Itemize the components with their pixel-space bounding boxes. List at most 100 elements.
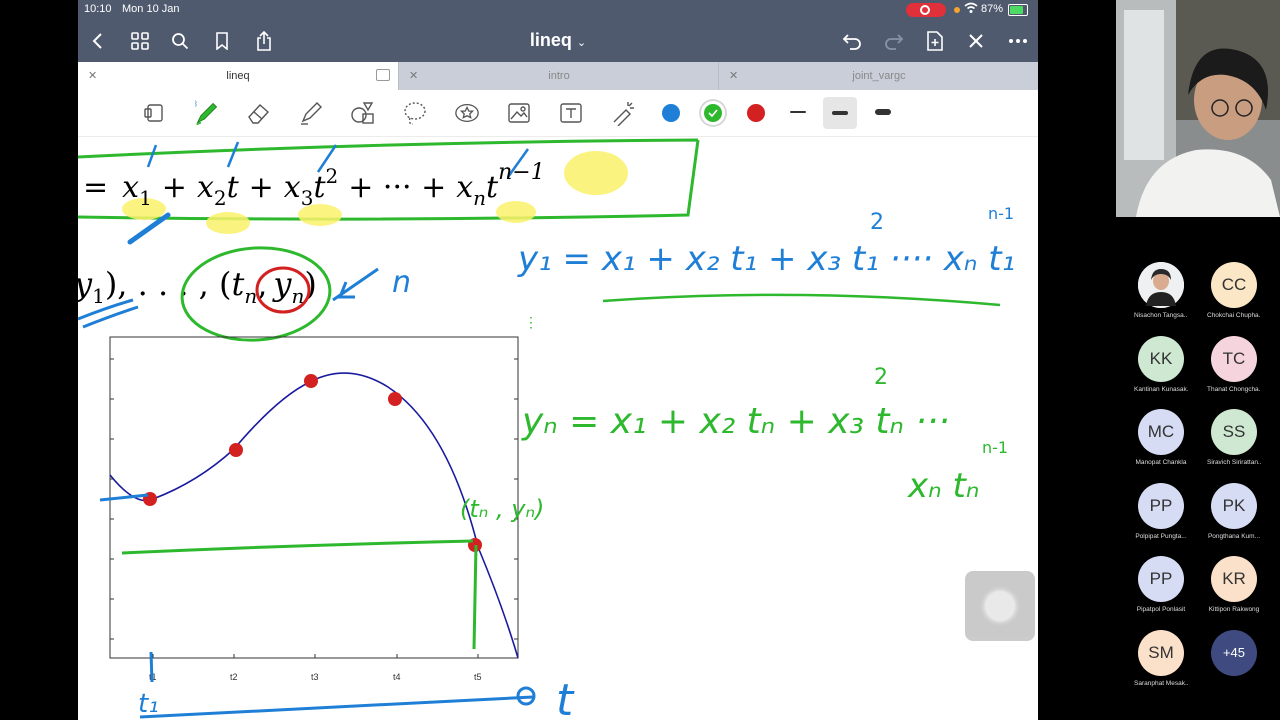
participant-tile[interactable]: KK Kantinan Kunasak... — [1134, 335, 1188, 393]
sticker-icon[interactable] — [454, 100, 480, 126]
equation-points: y1), . . . , (tn,yn) — [78, 265, 317, 308]
stroke-thin-button[interactable] — [783, 102, 813, 122]
image-icon[interactable] — [506, 100, 532, 126]
wifi-icon — [964, 2, 978, 17]
eraser-icon[interactable] — [246, 100, 272, 126]
participant-avatar: KK — [1138, 335, 1184, 382]
participant-name: Chokchai Chupha... — [1207, 312, 1261, 319]
document-icon[interactable] — [142, 100, 168, 126]
blue-arrow-stroke — [332, 267, 379, 302]
participant-name: Saranphat Mesak... — [1134, 679, 1188, 687]
handwritten-yn-equation: yₙ = x₁ + x₂ tₙ + x₃ tₙ ··· — [521, 401, 950, 442]
tab-window-icon[interactable] — [376, 69, 390, 81]
y-axis-ticks — [110, 358, 518, 640]
highlighter-icon[interactable] — [298, 100, 324, 126]
participant-name: Pipatpol Ponlasit — [1136, 606, 1186, 613]
navigation-bar: lineq ⌄ — [78, 20, 1038, 62]
color-blue-swatch[interactable] — [662, 104, 680, 122]
add-page-icon[interactable] — [923, 29, 947, 53]
participant-avatar: +45 — [1211, 629, 1257, 676]
participant-avatar: CC — [1211, 262, 1257, 308]
blue-vertical-stroke — [149, 651, 154, 683]
participant-tile[interactable]: TC Thanat Chongcha... — [1207, 335, 1261, 393]
blue-underline-strokes — [78, 298, 139, 329]
chevron-down-icon: ⌄ — [576, 37, 587, 49]
floating-assistive-button[interactable] — [965, 571, 1035, 641]
x-tick-label: t5 — [474, 672, 482, 682]
pen-icon[interactable]: ᛒ — [194, 100, 220, 126]
note-canvas[interactable]: =x1+x2t+x3t2+ ··· +xntn−1 y1), . . . , (… — [78, 137, 1038, 720]
search-icon[interactable] — [168, 29, 192, 53]
handwritten-y1-supn: n-1 — [988, 204, 1014, 223]
participant-avatar: PP — [1138, 482, 1184, 529]
participant-avatar: KR — [1211, 556, 1257, 602]
handwritten-yn-sup2: 2 — [874, 365, 888, 390]
handwritten-point-label: (tₙ , yₙ) — [460, 495, 544, 523]
green-vertical-stroke — [472, 544, 478, 650]
more-icon[interactable] — [1006, 29, 1030, 53]
data-point — [229, 443, 243, 457]
participant-tile[interactable]: PP Pipatpol Ponlasit — [1134, 556, 1188, 613]
drawing-toolbar: ᛒ — [78, 90, 1038, 137]
participant-name: Thanat Chongcha... — [1207, 385, 1261, 393]
page-drawing: =x1+x2t+x3t2+ ··· +xntn−1 y1), . . . , (… — [78, 138, 1015, 720]
participant-avatar: TC — [1211, 335, 1257, 382]
back-icon[interactable] — [86, 29, 110, 53]
status-time: 10:10 — [84, 3, 112, 15]
battery-icon — [1008, 4, 1028, 16]
participant-tile[interactable]: CC Chokchai Chupha... — [1207, 262, 1261, 319]
participant-tile[interactable]: PP Polpipat Pungta... — [1134, 482, 1188, 540]
data-point — [304, 374, 318, 388]
screen-record-indicator — [906, 3, 946, 17]
laser-pointer-icon[interactable] — [610, 100, 636, 126]
x-tick-label: t3 — [311, 672, 319, 682]
participant-avatar: MC — [1138, 409, 1184, 455]
battery-percentage: 87% — [981, 3, 1004, 15]
webcam-video — [1116, 0, 1280, 217]
text-icon[interactable] — [558, 100, 584, 126]
data-point — [388, 392, 402, 406]
redo-icon[interactable] — [882, 29, 906, 53]
stroke-thick-button[interactable] — [868, 102, 898, 122]
lasso-icon[interactable] — [402, 100, 428, 126]
participant-avatar: PP — [1138, 556, 1184, 602]
participant-tile[interactable]: +45 — [1207, 629, 1261, 680]
stroke-medium-button[interactable] — [823, 97, 857, 129]
color-green-swatch[interactable] — [704, 104, 722, 122]
participant-name: Siravich Sirirattan... — [1207, 459, 1261, 466]
participant-avatar: PK — [1211, 482, 1257, 529]
share-icon[interactable] — [252, 29, 276, 53]
handwritten-y1-equation: y₁ = x₁ + x₂ t₁ + x₃ t₁ ···· xₙ t₁ — [517, 239, 1015, 279]
x-tick-label: t2 — [230, 672, 238, 682]
status-date: Mon 10 Jan — [122, 3, 180, 15]
grid-view-icon[interactable] — [128, 29, 152, 53]
close-icon[interactable] — [964, 29, 988, 53]
green-horizontal-stroke — [121, 539, 474, 555]
participant-tile[interactable]: Nisachon Tangsa... — [1134, 262, 1188, 319]
status-bar: 10:10 Mon 10 Jan 87% — [78, 0, 1038, 20]
undo-icon[interactable] — [840, 29, 864, 53]
blue-axis-stroke — [139, 695, 534, 719]
participant-photo-avatar — [1138, 262, 1184, 308]
participant-tile[interactable]: PK Pongthana Kum... — [1207, 482, 1261, 540]
participant-avatar: SS — [1211, 409, 1257, 455]
shapes-icon[interactable] — [350, 100, 376, 126]
participant-name: Polpipat Pungta... — [1135, 532, 1187, 540]
handwritten-t: t — [556, 675, 575, 720]
participant-tile[interactable]: KR Kittipon Rakwong — [1207, 556, 1261, 613]
tab-joint-vargc[interactable]: ✕ joint_vargc — [718, 62, 1038, 90]
handwritten-t1: t₁ — [138, 689, 159, 719]
participant-name: Manopat Chankla — [1135, 459, 1187, 466]
participant-tile[interactable]: SM Saranphat Mesak... — [1134, 629, 1188, 687]
tab-intro[interactable]: ✕ intro — [398, 62, 719, 90]
participant-name: Nisachon Tangsa... — [1134, 312, 1188, 319]
bookmark-icon[interactable] — [210, 29, 234, 53]
x-tick-label: t4 — [393, 672, 401, 682]
handwritten-y1-sup2: 2 — [870, 210, 884, 235]
tab-lineq[interactable]: ✕ lineq — [78, 62, 398, 90]
participant-tile[interactable]: MC Manopat Chankla — [1134, 409, 1188, 466]
color-red-swatch[interactable] — [747, 104, 765, 122]
tab-bar: ✕ lineq ✕ intro ✕ joint_vargc — [78, 62, 1038, 90]
participant-tile[interactable]: SS Siravich Sirirattan... — [1207, 409, 1261, 466]
data-points — [143, 374, 482, 552]
